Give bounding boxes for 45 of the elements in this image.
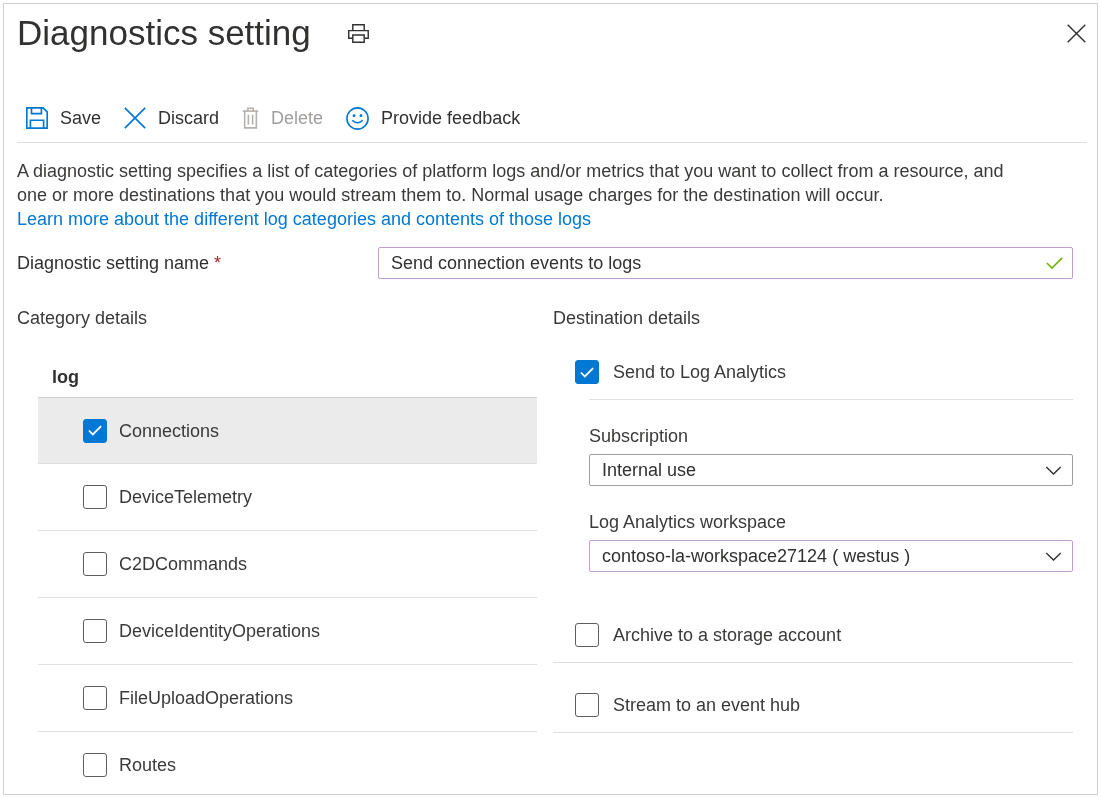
cross-icon	[124, 107, 147, 129]
section-heading: Category details	[17, 307, 149, 330]
name-input[interactable]: Send connection events to logs	[378, 247, 1073, 279]
category-label: FileUploadOperations	[119, 687, 294, 710]
checkmark-icon	[88, 425, 102, 436]
checkbox[interactable]	[83, 485, 107, 509]
discard-button[interactable]: Discard	[124, 104, 220, 132]
feedback-button[interactable]: Provide feedback	[346, 104, 521, 132]
category-label: DeviceIdentityOperations	[119, 620, 321, 643]
checkmark-icon	[580, 366, 594, 378]
checkbox[interactable]	[83, 686, 107, 710]
section-heading: Destination details	[553, 307, 702, 330]
category-label: Connections	[119, 419, 220, 443]
save-button[interactable]: Save	[26, 104, 102, 132]
category-label: Routes	[119, 754, 177, 777]
column-header: log	[52, 366, 79, 389]
checkbox[interactable]	[575, 693, 599, 717]
dropdown[interactable]: contoso-la-workspace27124 ( westus )	[589, 540, 1073, 572]
close-icon[interactable]	[1067, 23, 1086, 43]
field-label: Log Analytics workspace	[589, 511, 787, 534]
category-label: C2DCommands	[119, 553, 248, 576]
checkbox[interactable]	[83, 619, 107, 643]
checkbox[interactable]	[83, 552, 107, 576]
checkbox[interactable]	[575, 360, 599, 384]
learn-more-link[interactable]: Learn more about the different log categories and contents of those logs	[17, 209, 592, 229]
destination-label: Stream to an event hub	[613, 694, 801, 717]
field-label: Subscription	[589, 425, 689, 448]
smiley-icon	[346, 106, 370, 130]
printer-icon[interactable]	[347, 23, 369, 43]
required-asterisk: *	[214, 252, 222, 275]
field-label: Diagnostic setting name	[17, 252, 210, 275]
checkbox[interactable]	[83, 753, 107, 777]
checkbox[interactable]	[83, 418, 107, 443]
panel-title: Diagnostics setting	[17, 13, 311, 53]
chevron-down-icon	[1045, 465, 1062, 475]
log-category-row[interactable]: Connections	[38, 397, 537, 464]
checkbox[interactable]	[575, 623, 599, 647]
dropdown[interactable]: Internal use	[589, 454, 1073, 486]
save-icon	[26, 107, 48, 129]
destination-label: Send to Log Analytics	[613, 361, 787, 384]
category-label: DeviceTelemetry	[119, 486, 253, 509]
description-text: A diagnostic setting specifies a list of categories of platform logs and/or metrics that you want to collect from a resource, and one or more destinations that you would stream them to. Normal usage charges for the destination will occur. Learn more about the different log categories and contents of those logs	[17, 160, 1005, 231]
trash-icon	[242, 107, 260, 129]
chevron-down-icon	[1045, 551, 1062, 561]
destination-label: Archive to a storage account	[613, 624, 842, 647]
